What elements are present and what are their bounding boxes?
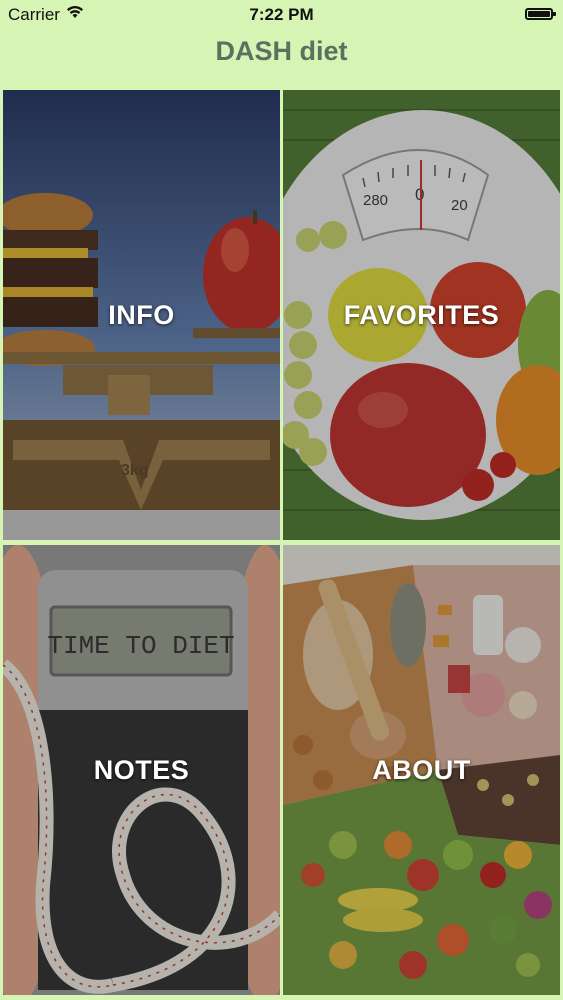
- tile-about-label: ABOUT: [372, 755, 471, 785]
- tile-about[interactable]: ABOUT: [283, 545, 560, 995]
- page-title: DASH diet: [215, 36, 348, 66]
- status-bar: Carrier 7:22 PM: [0, 0, 563, 30]
- tile-info-label: INFO: [108, 300, 175, 330]
- tile-favorites-label: FAVORITES: [343, 300, 500, 330]
- tile-favorites[interactable]: 280 0 20 FAVORITES: [283, 90, 560, 540]
- tile-info[interactable]: 3kg INFO: [3, 90, 280, 540]
- tile-notes-label: NOTES: [93, 755, 190, 785]
- tile-notes[interactable]: TIME TO DIET NOTES: [3, 545, 280, 995]
- status-time: 7:22 PM: [249, 5, 314, 24]
- battery-icon: [525, 8, 556, 20]
